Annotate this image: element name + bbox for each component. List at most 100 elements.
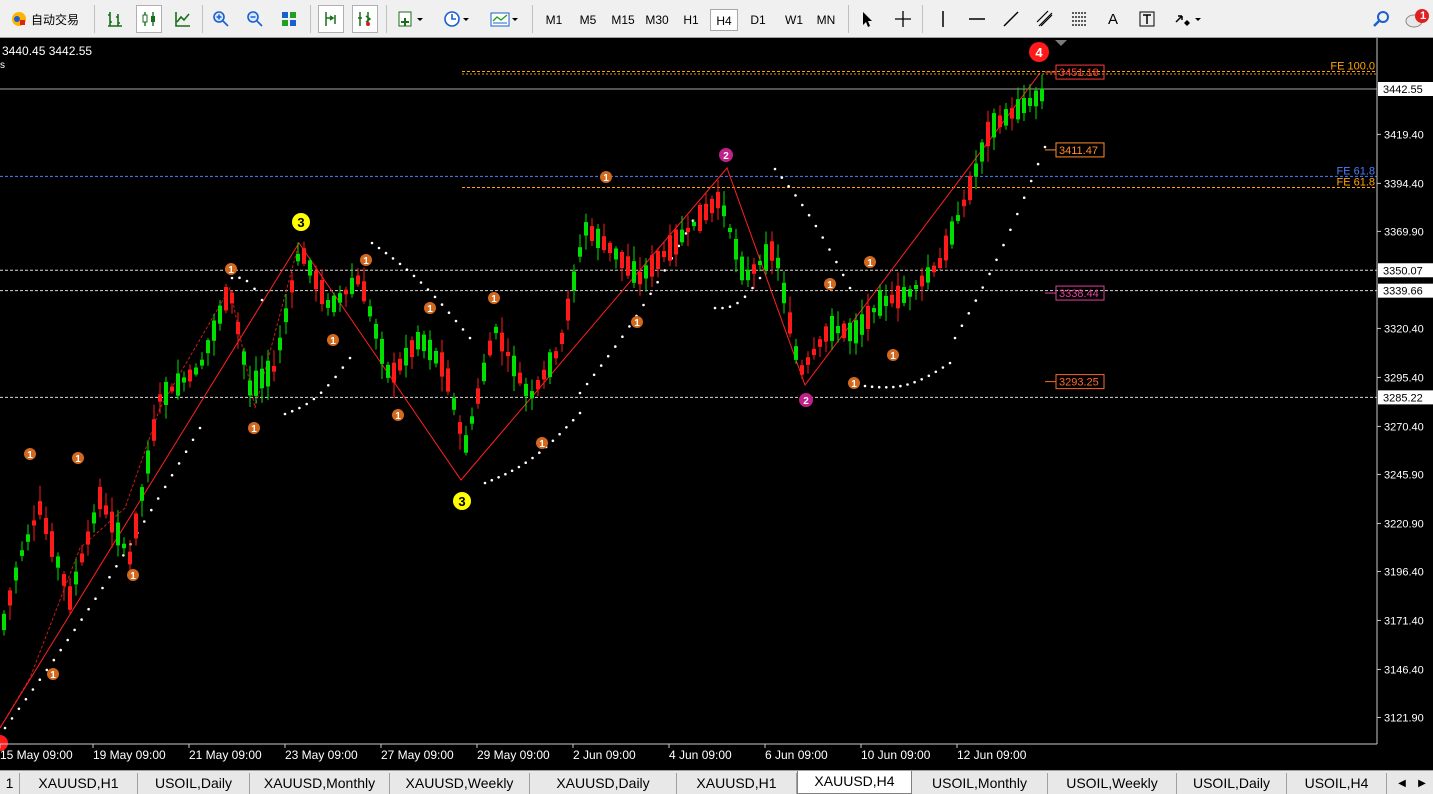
chart-tab-xauusd-daily[interactable]: XAUUSD,Daily — [530, 773, 677, 794]
autoscroll-button[interactable] — [352, 5, 378, 33]
autotrade-button[interactable]: 自动交易 — [2, 5, 88, 33]
candle-body — [302, 248, 306, 264]
timeframe-h1-button[interactable]: H1 — [678, 9, 704, 31]
timeframe-mn-button[interactable]: MN — [812, 9, 840, 31]
sar-dot — [66, 638, 69, 642]
candle-body — [632, 261, 636, 283]
text-icon: A — [1107, 10, 1118, 28]
sar-dot — [551, 439, 555, 443]
candle-body — [482, 362, 486, 382]
sar-dot — [412, 274, 416, 278]
timeframe-m1-button[interactable]: M1 — [540, 9, 568, 31]
vertical-line-button[interactable] — [930, 5, 956, 33]
candle-body — [890, 294, 894, 304]
sar-dot — [1043, 145, 1047, 149]
candle-body — [344, 289, 348, 295]
horizontal-line-button[interactable] — [964, 5, 990, 33]
candle-body — [968, 175, 972, 201]
wave-label-text: 1 — [827, 280, 833, 291]
fibonacci-icon — [1072, 12, 1086, 26]
timeframe-m15-button[interactable]: M15 — [608, 9, 638, 31]
fibonacci-button[interactable] — [1066, 5, 1092, 33]
candle-body — [98, 486, 102, 510]
sar-dot — [721, 306, 724, 310]
timeframe-w1-button[interactable]: W1 — [780, 9, 808, 31]
wave-label-text: 1 — [130, 571, 136, 582]
sar-dot — [807, 213, 811, 217]
arrows-button[interactable] — [1168, 5, 1208, 33]
notifications-button[interactable]: 1 — [1402, 5, 1432, 33]
timeframe-m5-button[interactable]: M5 — [574, 9, 602, 31]
tile-windows-button[interactable] — [276, 5, 302, 33]
candle-body — [194, 367, 198, 375]
periodicity-button[interactable] — [438, 5, 476, 33]
candle-body — [368, 306, 372, 317]
chart-tab-xauusd-h1[interactable]: XAUUSD,H1 — [20, 773, 138, 794]
templates-button[interactable] — [484, 5, 524, 33]
line-chart-button[interactable] — [170, 5, 196, 33]
candle-body — [50, 531, 54, 557]
chart-tab-usoil-daily[interactable]: USOIL,Daily — [138, 773, 250, 794]
candle-body — [848, 322, 852, 342]
price-chart[interactable]: FE 100.0FE 61.8FE 61.8 3451.183411.47333… — [0, 38, 1433, 770]
candle-body — [686, 227, 690, 233]
tab-partial[interactable]: 1 — [0, 773, 20, 794]
candle-body — [842, 323, 846, 339]
candle-body — [920, 275, 924, 287]
candle-body — [710, 198, 714, 214]
candle-body — [998, 115, 1002, 128]
candle-body — [278, 337, 282, 351]
chart-tab-usoil-weekly[interactable]: USOIL,Weekly — [1048, 773, 1177, 794]
cursor-tool-button[interactable] — [854, 5, 880, 33]
candle-body — [812, 348, 816, 356]
sar-dot — [230, 276, 234, 280]
timeframe-m30-button[interactable]: M30 — [642, 9, 672, 31]
sar-dot — [684, 232, 688, 235]
sar-dot — [398, 262, 402, 266]
zoom-in-button[interactable] — [208, 5, 234, 33]
candle-body — [440, 352, 444, 377]
text-tool-button[interactable]: A — [1100, 5, 1126, 33]
chart-tab-xauusd-h4[interactable]: XAUUSD,H4 — [797, 771, 912, 794]
timeframe-d1-button[interactable]: D1 — [744, 9, 772, 31]
chart-tab-xauusd-h1[interactable]: XAUUSD,H1 — [677, 773, 797, 794]
candle-body — [80, 553, 84, 563]
search-icon — [1373, 11, 1389, 27]
candle-body — [326, 300, 330, 308]
candlestick-icon — [142, 12, 155, 26]
tab-scroll-left-button[interactable]: ◀ — [1392, 773, 1412, 794]
chevron-right-icon: ▶ — [1418, 778, 1426, 789]
chart-tab-usoil-monthly[interactable]: USOIL,Monthly — [912, 773, 1048, 794]
candlestick-button[interactable] — [136, 5, 162, 33]
tab-scroll-right-button[interactable]: ▶ — [1412, 773, 1432, 794]
zoom-out-button[interactable] — [242, 5, 268, 33]
chart-tab-usoil-h4[interactable]: USOIL,H4 — [1287, 773, 1387, 794]
chart-shift-button[interactable] — [318, 5, 344, 33]
chart-tab-usoil-daily[interactable]: USOIL,Daily — [1177, 773, 1287, 794]
search-button[interactable] — [1368, 5, 1394, 33]
trendline-button[interactable] — [998, 5, 1024, 33]
candle-body — [938, 258, 942, 268]
chart-tab-xauusd-monthly[interactable]: XAUUSD,Monthly — [250, 773, 390, 794]
indicators-button[interactable] — [392, 5, 430, 33]
sar-dot — [447, 311, 451, 315]
chart-tab-xauusd-weekly[interactable]: XAUUSD,Weekly — [390, 773, 530, 794]
horizontal-line-icon — [969, 18, 985, 20]
crosshair-tool-button[interactable] — [890, 5, 916, 33]
text-label-button[interactable] — [1134, 5, 1160, 33]
equidistant-channel-button[interactable] — [1032, 5, 1058, 33]
wave-label-text: 1 — [427, 304, 433, 315]
wave-label-text: 1 — [50, 670, 56, 681]
price-level-label: 3350.07 — [1383, 265, 1423, 277]
candle-body — [1022, 98, 1026, 114]
candle-body — [926, 267, 930, 283]
timeframe-h4-button[interactable]: H4 — [710, 9, 738, 31]
sar-dot — [592, 373, 596, 377]
candle-body — [662, 251, 666, 257]
bar-chart-icon — [108, 12, 122, 27]
candle-body — [200, 359, 204, 366]
target-price-label: 3293.25 — [1059, 377, 1099, 389]
vertical-line-icon — [942, 11, 944, 27]
bar-chart-button[interactable] — [102, 5, 128, 33]
candle-body — [596, 228, 600, 248]
